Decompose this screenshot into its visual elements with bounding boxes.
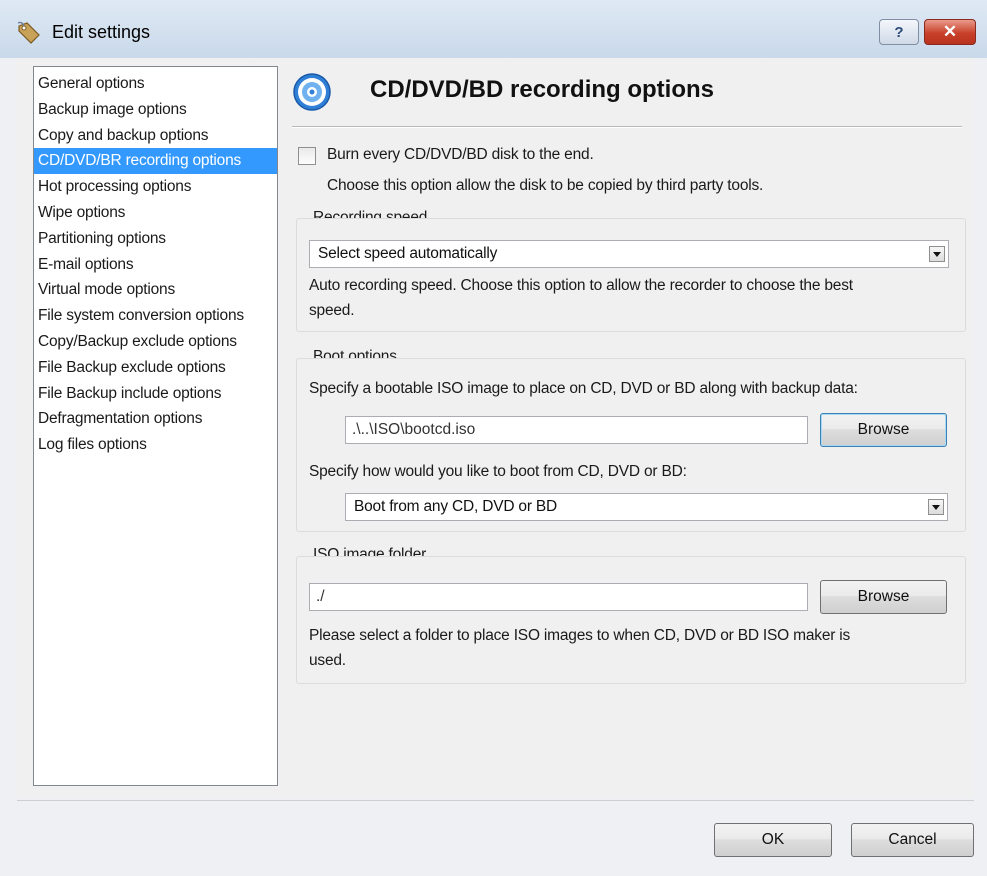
sidebar-item[interactable]: File Backup exclude options bbox=[34, 355, 277, 381]
burn-to-end-description: Choose this option allow the disk to be … bbox=[327, 177, 764, 194]
sidebar-item[interactable]: General options bbox=[34, 71, 277, 97]
ok-button[interactable]: OK bbox=[714, 823, 832, 857]
iso-folder-description-1: Please select a folder to place ISO imag… bbox=[309, 627, 851, 644]
footer-divider bbox=[17, 800, 974, 801]
iso-folder-path-value: ./ bbox=[316, 588, 325, 605]
recording-speed-value: Select speed automatically bbox=[318, 245, 498, 262]
boot-iso-prompt: Specify a bootable ISO image to place on… bbox=[309, 380, 858, 397]
sidebar-item[interactable]: File Backup include options bbox=[34, 381, 277, 407]
boot-iso-path-input[interactable]: .\..\ISO\bootcd.iso bbox=[345, 416, 808, 444]
help-button[interactable]: ? bbox=[879, 19, 919, 45]
disc-icon bbox=[293, 73, 331, 111]
chevron-down-icon[interactable] bbox=[928, 499, 944, 515]
recording-speed-group bbox=[296, 218, 966, 332]
burn-to-end-checkbox[interactable] bbox=[298, 147, 316, 165]
recording-speed-select[interactable]: Select speed automatically bbox=[309, 240, 949, 268]
boot-method-select[interactable]: Boot from any CD, DVD or BD bbox=[345, 493, 948, 521]
chevron-down-icon[interactable] bbox=[929, 246, 945, 262]
sidebar-item[interactable]: Wipe options bbox=[34, 200, 277, 226]
recording-speed-description-2: speed. bbox=[309, 302, 355, 319]
sidebar-item[interactable]: Virtual mode options bbox=[34, 277, 277, 303]
iso-folder-group bbox=[296, 556, 966, 684]
sidebar-item[interactable]: File system conversion options bbox=[34, 303, 277, 329]
edit-settings-window: Edit settings ? ✕ General options Backup … bbox=[0, 0, 987, 876]
sidebar-item[interactable]: E-mail options bbox=[34, 252, 277, 278]
iso-folder-path-input[interactable]: ./ bbox=[309, 583, 808, 611]
recording-speed-description-1: Auto recording speed. Choose this option… bbox=[309, 277, 853, 294]
sidebar-item[interactable]: Log files options bbox=[34, 432, 277, 458]
boot-iso-browse-button[interactable]: Browse bbox=[820, 413, 947, 447]
title-bar[interactable]: Edit settings ? ✕ bbox=[0, 0, 987, 58]
boot-method-value: Boot from any CD, DVD or BD bbox=[354, 498, 558, 515]
boot-iso-path-value: .\..\ISO\bootcd.iso bbox=[352, 421, 476, 438]
window-title: Edit settings bbox=[52, 22, 151, 42]
iso-folder-browse-button[interactable]: Browse bbox=[820, 580, 947, 614]
settings-tag-icon bbox=[17, 21, 40, 44]
iso-folder-description-2: used. bbox=[309, 652, 346, 669]
sidebar-item[interactable]: Copy/Backup exclude options bbox=[34, 329, 277, 355]
sidebar-item[interactable]: Defragmentation options bbox=[34, 406, 277, 432]
close-button[interactable]: ✕ bbox=[924, 19, 976, 45]
sidebar-item[interactable]: Backup image options bbox=[34, 97, 277, 123]
sidebar-item[interactable]: Partitioning options bbox=[34, 226, 277, 252]
sidebar-item[interactable]: CD/DVD/BR recording options bbox=[34, 148, 277, 175]
sidebar-item[interactable]: Copy and backup options bbox=[34, 123, 277, 149]
cancel-button[interactable]: Cancel bbox=[851, 823, 974, 857]
sidebar-item[interactable]: Hot processing options bbox=[34, 174, 277, 200]
page-title: CD/DVD/BD recording options bbox=[370, 76, 715, 103]
title-divider bbox=[292, 126, 962, 128]
boot-method-prompt: Specify how would you like to boot from … bbox=[309, 463, 687, 480]
settings-category-list[interactable]: General options Backup image options Copy … bbox=[33, 66, 278, 786]
burn-to-end-label[interactable]: Burn every CD/DVD/BD disk to the end. bbox=[327, 146, 594, 164]
